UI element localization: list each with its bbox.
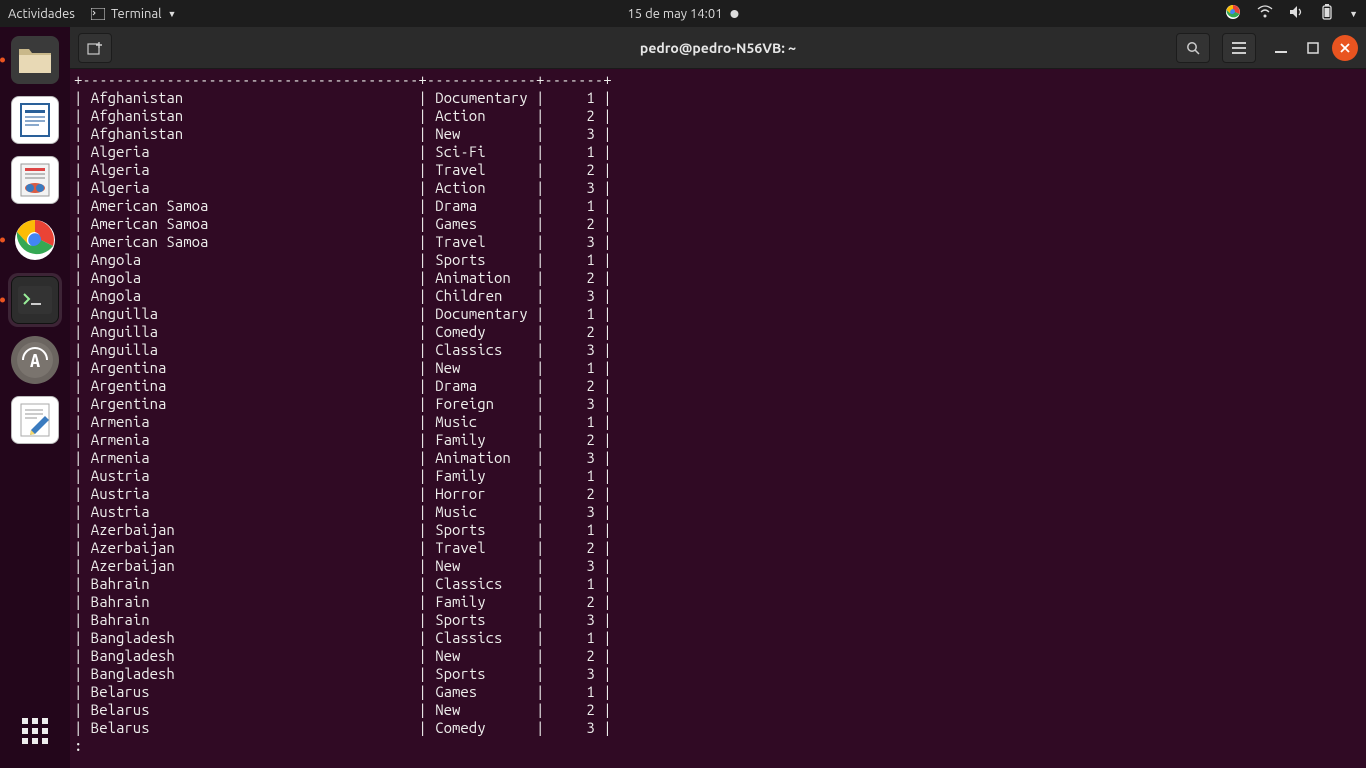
libreoffice-writer-icon: [11, 96, 59, 144]
chrome-indicator-icon[interactable]: [1225, 4, 1241, 23]
close-icon: [1340, 43, 1350, 53]
files-icon: [11, 36, 59, 84]
hamburger-menu-button[interactable]: [1222, 33, 1256, 63]
dock-item-libreoffice-writer[interactable]: [8, 93, 62, 147]
document-viewer-icon: [11, 156, 59, 204]
new-tab-button[interactable]: [78, 33, 112, 63]
activities-button[interactable]: Actividades: [8, 7, 75, 21]
minimize-button[interactable]: [1268, 35, 1294, 61]
top-bar: Actividades Terminal ▼ 15 de may 14:01 ▼: [0, 0, 1366, 27]
dock-item-document-viewer[interactable]: [8, 153, 62, 207]
window-title: pedro@pedro-N56VB: ~: [640, 40, 796, 56]
notification-dot-icon: [731, 10, 739, 18]
chevron-down-icon: ▼: [168, 9, 177, 19]
dock-item-software-updater[interactable]: A: [8, 333, 62, 387]
terminal-icon: [11, 276, 59, 324]
network-icon[interactable]: [1257, 5, 1273, 22]
terminal-output[interactable]: +---------------------------------------…: [70, 69, 1366, 768]
search-button[interactable]: [1176, 33, 1210, 63]
dock: A: [0, 27, 70, 768]
clock[interactable]: 15 de may 14:01: [627, 7, 722, 21]
dock-item-terminal[interactable]: [8, 273, 62, 327]
search-icon: [1186, 41, 1200, 55]
software-updater-icon: A: [11, 336, 59, 384]
close-button[interactable]: [1332, 35, 1358, 61]
chrome-icon: [11, 216, 59, 264]
new-tab-icon: [87, 41, 103, 55]
maximize-icon: [1307, 42, 1319, 54]
terminal-window: pedro@pedro-N56VB: ~ +------------------…: [70, 27, 1366, 768]
system-menu-chevron-icon[interactable]: ▼: [1349, 9, 1358, 19]
minimize-icon: [1275, 42, 1287, 54]
show-applications-button[interactable]: [8, 704, 62, 758]
dock-item-text-editor[interactable]: [8, 393, 62, 447]
terminal-menu-icon: [91, 8, 105, 20]
volume-icon[interactable]: [1289, 5, 1305, 22]
maximize-button[interactable]: [1300, 35, 1326, 61]
hamburger-icon: [1232, 42, 1246, 54]
app-menu-label: Terminal: [111, 7, 162, 21]
dock-item-chrome[interactable]: [8, 213, 62, 267]
text-editor-icon: [11, 396, 59, 444]
dock-item-files[interactable]: [8, 33, 62, 87]
window-titlebar[interactable]: pedro@pedro-N56VB: ~: [70, 27, 1366, 69]
svg-text:A: A: [30, 351, 40, 371]
battery-icon[interactable]: [1321, 3, 1333, 24]
apps-grid-icon: [22, 718, 48, 744]
app-menu[interactable]: Terminal ▼: [91, 7, 177, 21]
